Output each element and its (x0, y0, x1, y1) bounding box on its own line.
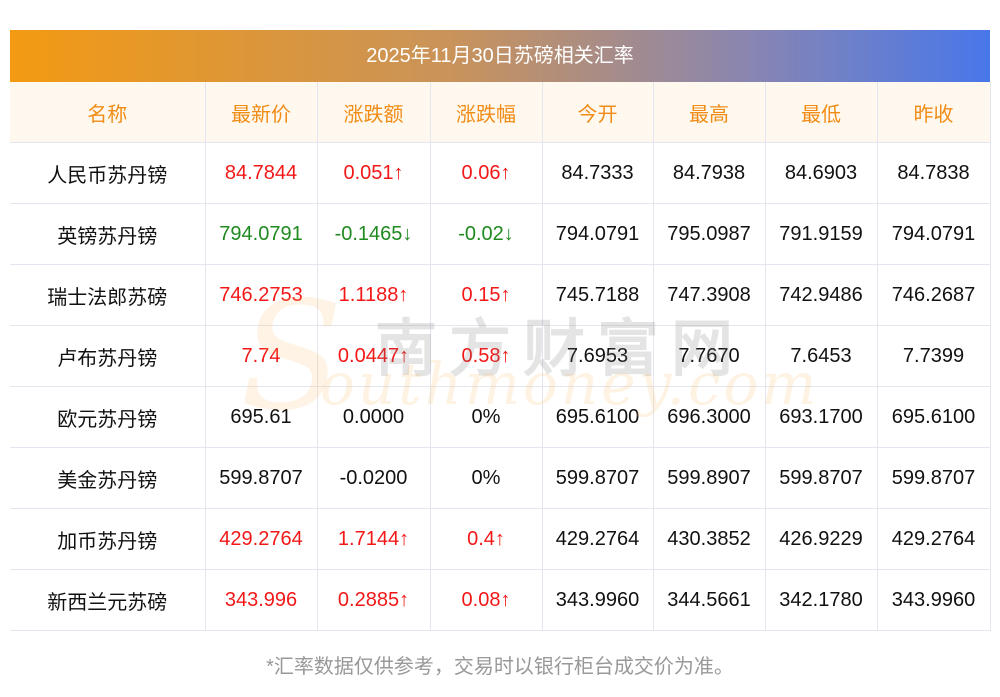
cell-high: 7.7670 (653, 325, 766, 387)
cell-change-percent: 0.58↑ (430, 325, 543, 387)
cell-low: 342.1780 (765, 569, 878, 631)
cell-change-amount: 0.051↑ (317, 142, 431, 204)
cell-open: 343.9960 (542, 569, 654, 631)
column-header-change-percent: 涨跌幅 (430, 82, 543, 143)
cell-open: 84.7333 (542, 142, 654, 204)
cell-low: 599.8707 (765, 447, 878, 509)
cell-low: 84.6903 (765, 142, 878, 204)
cell-change-percent: 0% (430, 447, 543, 509)
column-header-open: 今开 (542, 82, 654, 143)
cell-change-amount: 1.7144↑ (317, 508, 431, 570)
cell-change-percent: 0% (430, 386, 543, 448)
cell-latest-price: 84.7844 (205, 142, 318, 204)
cell-prev-close: 7.7399 (877, 325, 991, 387)
cell-change-percent: 0.4↑ (430, 508, 543, 570)
exchange-rate-table: 名称 最新价 涨跌额 涨跌幅 今开 最高 最低 昨收 人民币苏丹镑 84.7844 0.051↑ 0… (10, 82, 991, 631)
cell-name: 新西兰元苏磅 (10, 569, 206, 631)
cell-name: 美金苏丹镑 (10, 447, 206, 509)
cell-low: 742.9486 (765, 264, 878, 326)
cell-low: 7.6453 (765, 325, 878, 387)
table-row: 美金苏丹镑 599.8707 -0.0200 0% 599.8707 599.8907 59… (10, 447, 991, 509)
cell-high: 696.3000 (653, 386, 766, 448)
cell-latest-price: 794.0791 (205, 203, 318, 265)
cell-open: 745.7188 (542, 264, 654, 326)
cell-prev-close: 599.8707 (877, 447, 991, 509)
cell-change-percent: -0.02↓ (430, 203, 543, 265)
cell-open: 7.6953 (542, 325, 654, 387)
table-header-row: 名称 最新价 涨跌额 涨跌幅 今开 最高 最低 昨收 (10, 82, 991, 143)
cell-prev-close: 84.7838 (877, 142, 991, 204)
cell-name: 欧元苏丹镑 (10, 386, 206, 448)
cell-high: 344.5661 (653, 569, 766, 631)
cell-open: 794.0791 (542, 203, 654, 265)
cell-low: 693.1700 (765, 386, 878, 448)
cell-high: 747.3908 (653, 264, 766, 326)
footnote: *汇率数据仅供参考，交易时以银行柜台成交价为准。 (266, 656, 734, 678)
cell-high: 430.3852 (653, 508, 766, 570)
table-row: 英镑苏丹镑 794.0791 -0.1465↓ -0.02↓ 794.0791 795.0… (10, 203, 991, 265)
table-row: 人民币苏丹镑 84.7844 0.051↑ 0.06↑ 84.7333 84.7938 84… (10, 142, 991, 204)
cell-prev-close: 695.6100 (877, 386, 991, 448)
cell-latest-price: 599.8707 (205, 447, 318, 509)
cell-change-amount: 0.2885↑ (317, 569, 431, 631)
cell-latest-price: 343.996 (205, 569, 318, 631)
column-header-latest-price: 最新价 (205, 82, 318, 143)
page-title: 2025年11月30日苏磅相关汇率 (10, 30, 990, 82)
cell-prev-close: 794.0791 (877, 203, 991, 265)
cell-open: 599.8707 (542, 447, 654, 509)
cell-high: 599.8907 (653, 447, 766, 509)
cell-low: 426.9229 (765, 508, 878, 570)
cell-low: 791.9159 (765, 203, 878, 265)
cell-change-amount: 0.0000 (317, 386, 431, 448)
table-row: 卢布苏丹镑 7.74 0.0447↑ 0.58↑ 7.6953 7.7670 7.6453 7… (10, 325, 991, 387)
column-header-high: 最高 (653, 82, 766, 143)
cell-change-percent: 0.08↑ (430, 569, 543, 631)
cell-open: 695.6100 (542, 386, 654, 448)
cell-prev-close: 343.9960 (877, 569, 991, 631)
column-header-name: 名称 (10, 82, 206, 143)
cell-change-amount: -0.1465↓ (317, 203, 431, 265)
table-row: 加币苏丹镑 429.2764 1.7144↑ 0.4↑ 429.2764 430.3852… (10, 508, 991, 570)
column-header-low: 最低 (765, 82, 878, 143)
table-row: 瑞士法郎苏磅 746.2753 1.1188↑ 0.15↑ 745.7188 747.39… (10, 264, 991, 326)
cell-name: 加币苏丹镑 (10, 508, 206, 570)
cell-latest-price: 429.2764 (205, 508, 318, 570)
cell-high: 795.0987 (653, 203, 766, 265)
cell-high: 84.7938 (653, 142, 766, 204)
cell-name: 人民币苏丹镑 (10, 142, 206, 204)
cell-name: 瑞士法郎苏磅 (10, 264, 206, 326)
cell-latest-price: 7.74 (205, 325, 318, 387)
column-header-change-amount: 涨跌额 (317, 82, 431, 143)
column-header-prev-close: 昨收 (877, 82, 991, 143)
cell-open: 429.2764 (542, 508, 654, 570)
cell-change-percent: 0.06↑ (430, 142, 543, 204)
cell-prev-close: 429.2764 (877, 508, 991, 570)
cell-change-percent: 0.15↑ (430, 264, 543, 326)
table-row: 新西兰元苏磅 343.996 0.2885↑ 0.08↑ 343.9960 344.566… (10, 569, 991, 631)
table-row: 欧元苏丹镑 695.61 0.0000 0% 695.6100 696.3000 693.1… (10, 386, 991, 448)
cell-latest-price: 746.2753 (205, 264, 318, 326)
cell-name: 英镑苏丹镑 (10, 203, 206, 265)
cell-change-amount: 1.1188↑ (317, 264, 431, 326)
cell-change-amount: -0.0200 (317, 447, 431, 509)
cell-name: 卢布苏丹镑 (10, 325, 206, 387)
cell-latest-price: 695.61 (205, 386, 318, 448)
cell-prev-close: 746.2687 (877, 264, 991, 326)
cell-change-amount: 0.0447↑ (317, 325, 431, 387)
